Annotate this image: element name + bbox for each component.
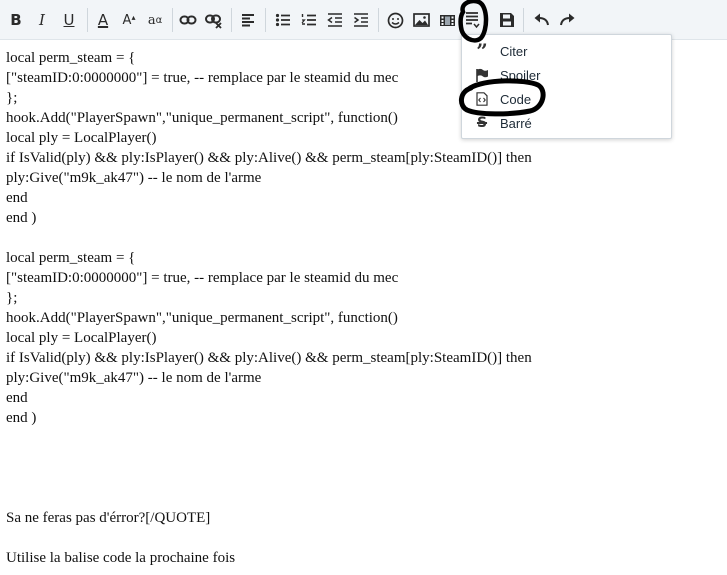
smilie-button[interactable] xyxy=(384,9,406,31)
insert-dropdown-menu: ” Citer Spoiler Code S Barré xyxy=(461,34,672,139)
redo-button[interactable] xyxy=(556,9,578,31)
editor-line: ply:Give("m9k_ak47") -- le nom de l'arme xyxy=(6,170,262,186)
editor-line: end xyxy=(6,390,28,406)
outdent-icon xyxy=(327,13,342,27)
indent-button[interactable] xyxy=(350,9,372,31)
menu-item-quote[interactable]: ” Citer xyxy=(462,39,671,63)
menu-item-label: Code xyxy=(500,91,532,107)
menu-item-label: Barré xyxy=(500,115,532,131)
bullet-list-icon xyxy=(275,13,290,27)
link-button[interactable] xyxy=(177,9,199,31)
image-icon xyxy=(412,13,430,27)
insert-menu-button[interactable] xyxy=(461,9,483,31)
editor-line: if IsValid(ply) && ply:IsPlayer() && ply… xyxy=(6,150,532,166)
menu-item-label: Spoiler xyxy=(500,67,541,83)
media-button[interactable] xyxy=(436,9,458,31)
smiley-icon xyxy=(387,12,403,28)
font-size-caret-icon: ▴ xyxy=(131,12,136,22)
film-icon xyxy=(439,15,455,26)
undo-button[interactable] xyxy=(530,9,552,31)
image-button[interactable] xyxy=(410,9,432,31)
editor-line: }; xyxy=(6,290,18,306)
insert-menu-icon xyxy=(466,12,480,29)
undo-icon xyxy=(534,13,549,26)
editor-line: local ply = LocalPlayer() xyxy=(6,330,157,346)
editor-line: ["steamID:0:0000000"] = true, -- remplac… xyxy=(6,270,399,286)
editor-line: hook.Add("PlayerSpawn","unique_permanent… xyxy=(6,310,398,326)
editor-line: Sa ne feras pas d'érror?[/QUOTE] xyxy=(6,510,211,526)
unlink-icon xyxy=(205,14,222,29)
font-size-label: A xyxy=(122,12,132,28)
toolbar-separator xyxy=(172,8,173,32)
editor-line: end xyxy=(6,190,28,206)
font-size-button[interactable]: A ▴ xyxy=(118,9,140,31)
toolbar-separator xyxy=(523,8,524,32)
code-icon xyxy=(474,91,490,107)
quote-icon: ” xyxy=(476,39,488,63)
floppy-disk-icon xyxy=(500,13,514,27)
editor-line: end ) xyxy=(6,410,37,426)
unlink-button[interactable] xyxy=(203,9,225,31)
italic-button[interactable]: I xyxy=(31,9,53,31)
bold-button[interactable]: B xyxy=(5,9,27,31)
menu-item-label: Citer xyxy=(500,43,528,59)
link-icon xyxy=(179,15,197,25)
toolbar-separator xyxy=(265,8,266,32)
toolbar-separator xyxy=(87,8,88,32)
toolbar-separator xyxy=(378,8,379,32)
save-draft-button[interactable] xyxy=(496,9,518,31)
strikethrough-icon: S xyxy=(476,115,488,131)
editor-line: Utilise la balise code la prochaine fois xyxy=(6,550,236,566)
bullet-list-button[interactable] xyxy=(272,9,294,31)
editor-line: if IsValid(ply) && ply:IsPlayer() && ply… xyxy=(6,350,532,366)
editor-line: end ) xyxy=(6,210,37,226)
menu-item-code[interactable]: Code xyxy=(462,87,671,111)
numbered-list-button[interactable] xyxy=(298,9,320,31)
align-left-icon xyxy=(242,14,254,27)
flag-icon xyxy=(474,67,490,83)
underline-button[interactable]: U xyxy=(58,9,80,31)
font-family-button[interactable]: aα xyxy=(144,9,166,31)
text-color-button[interactable]: A xyxy=(92,9,114,31)
align-button[interactable] xyxy=(237,9,259,31)
indent-icon xyxy=(354,13,368,27)
toolbar-separator xyxy=(231,8,232,32)
editor-line: ply:Give("m9k_ak47") -- le nom de l'arme xyxy=(6,370,262,386)
outdent-button[interactable] xyxy=(324,9,346,31)
redo-icon xyxy=(559,13,574,26)
editor-line: local perm_steam = { xyxy=(6,250,136,266)
menu-item-strikethrough[interactable]: S Barré xyxy=(462,111,671,135)
menu-item-spoiler[interactable]: Spoiler xyxy=(462,63,671,87)
font-family-label: a xyxy=(147,12,156,28)
numbered-list-icon xyxy=(301,14,316,26)
